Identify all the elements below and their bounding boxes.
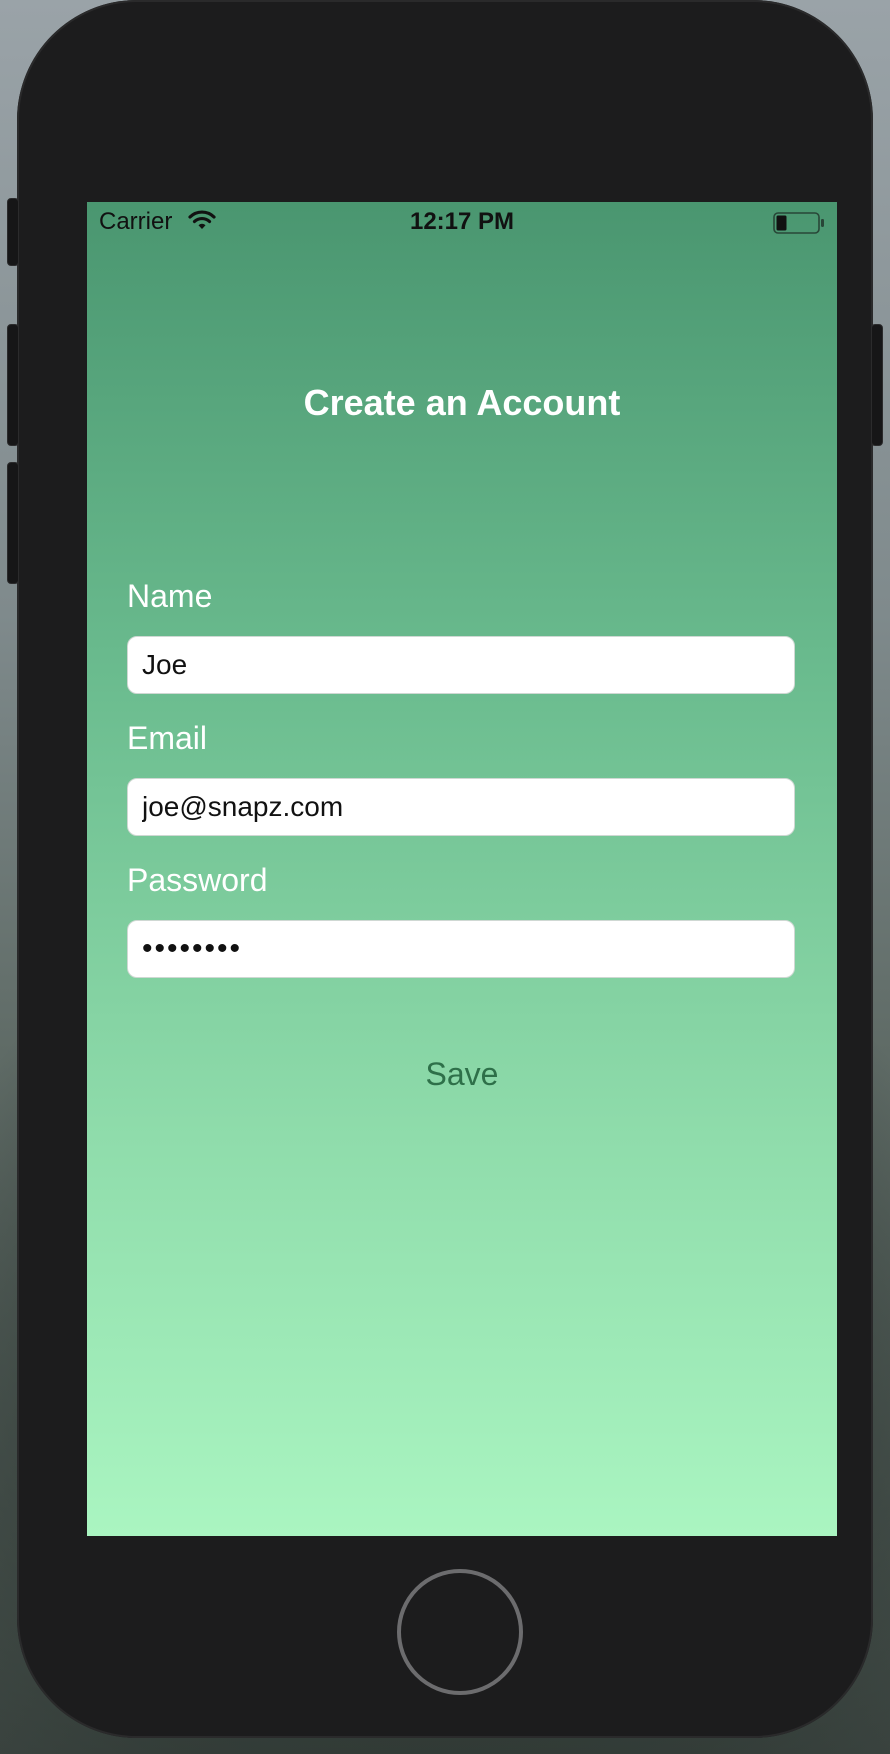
password-label: Password xyxy=(127,862,268,898)
power-button xyxy=(871,324,883,446)
home-button[interactable] xyxy=(397,1569,523,1695)
name-label: Name xyxy=(127,578,213,614)
volume-up-button xyxy=(7,324,19,446)
save-button[interactable]: Save xyxy=(87,1056,837,1093)
email-field[interactable] xyxy=(127,778,795,836)
status-bar: Carrier 12:17 PM xyxy=(87,202,837,242)
battery-icon xyxy=(773,212,824,234)
iphone-device-frame: Carrier 12:17 PM Create an Account Name … xyxy=(7,0,883,1738)
app-screen: Carrier 12:17 PM Create an Account Name … xyxy=(87,202,837,1536)
volume-down-button xyxy=(7,462,19,584)
page-title: Create an Account xyxy=(303,382,621,423)
mute-switch xyxy=(7,198,19,266)
email-label: Email xyxy=(127,720,208,756)
name-field[interactable] xyxy=(127,636,795,694)
password-field[interactable] xyxy=(127,920,795,978)
status-time: 12:17 PM xyxy=(409,208,515,235)
